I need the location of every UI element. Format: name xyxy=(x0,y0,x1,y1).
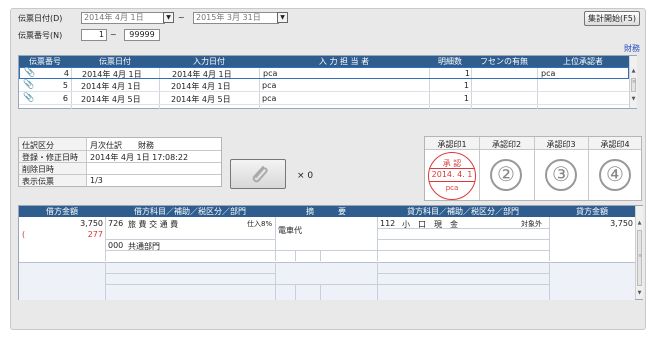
col-fusen[interactable]: フセンの有無 xyxy=(471,56,537,67)
debit-tax-class: 仕入8% xyxy=(247,220,273,228)
date-to-field[interactable]: 2015年 3月 31日 xyxy=(193,12,279,24)
finance-link[interactable]: 財務 xyxy=(624,43,640,54)
list-row[interactable]: 📎 4 2014年 4月 1日 2014年 4月 1日 pca 1 pca xyxy=(19,67,629,79)
list-row[interactable]: 📎 6 2014年 4月 5日 2014年 4月 5日 pca 1 xyxy=(19,93,629,105)
slip-list: 伝票番号 伝票日付 入力日付 入 力 担 当 者 明細数 フセンの有無 上位承認… xyxy=(18,55,637,109)
date-range-label: 伝票日付(D) xyxy=(18,14,63,23)
row-number: 5 xyxy=(62,81,68,90)
col-input-date[interactable]: 入力日付 xyxy=(159,56,259,67)
scroll-thumb[interactable]: ≡ xyxy=(637,230,642,286)
number-range-separator: ~ xyxy=(110,30,117,39)
date-range-separator: ~ xyxy=(178,13,185,22)
col-upper-approver[interactable]: 上位承認者 xyxy=(537,56,629,67)
credit-account-name: 小 口 現 金 xyxy=(402,220,458,229)
attachment-count: × 0 xyxy=(297,171,314,181)
row-count: 1 xyxy=(463,94,469,103)
slip-number-label: 伝票番号(N) xyxy=(18,31,63,40)
col-debit-amount: 借方金額 xyxy=(46,207,78,216)
list-row[interactable]: 📎 5 2014年 4月 1日 2014年 4月 1日 pca 1 xyxy=(19,80,629,92)
approval-slot-3-icon[interactable]: ③ xyxy=(545,159,577,191)
scroll-up-icon[interactable]: ▲ xyxy=(630,68,637,74)
detail-scrollbar[interactable]: ▲ ≡ ▼ xyxy=(635,206,643,299)
debit-tax-amount: 277 xyxy=(87,230,103,239)
approval-slot-4-icon[interactable]: ④ xyxy=(599,159,631,191)
attachment-button[interactable] xyxy=(230,159,286,189)
col-input-person[interactable]: 入 力 担 当 者 xyxy=(259,56,429,67)
info-label-deleted: 削除日時 xyxy=(22,165,54,174)
col-slip-date[interactable]: 伝票日付 xyxy=(71,56,159,67)
info-value-display-slip: 1/3 xyxy=(90,176,103,185)
paperclip-icon xyxy=(252,166,268,183)
debit-account-name: 旅 費 交 通 費 xyxy=(128,220,179,229)
debit-account-code: 726 xyxy=(108,219,124,228)
info-label-display-slip: 表示伝票 xyxy=(22,177,54,186)
col-detail-count[interactable]: 明細数 xyxy=(429,56,471,67)
row-number: 4 xyxy=(63,69,69,78)
approval-header-4: 承認印4 xyxy=(600,140,630,149)
scroll-up-icon[interactable]: ▲ xyxy=(636,220,643,226)
slip-list-header: 伝票番号 伝票日付 入力日付 入 力 担 当 者 明細数 フセンの有無 上位承認… xyxy=(19,56,629,67)
start-aggregation-button[interactable]: 集計開始(F5) xyxy=(584,11,640,26)
row-date: 2014年 4月 1日 xyxy=(81,82,141,91)
row-person: pca xyxy=(263,69,278,78)
row-date: 2014年 4月 1日 xyxy=(82,70,142,79)
debit-dept-name: 共通部門 xyxy=(128,242,160,251)
journal-detail-table: 借方金額 借方科目／補助／税区分／部門 摘 要 貸方科目／補助／税区分／部門 貸… xyxy=(18,205,643,300)
debit-dept-code: 000 xyxy=(108,241,124,250)
credit-tax-class: 対象外 xyxy=(521,220,542,228)
seal-name: pca xyxy=(445,184,459,192)
row-input-date: 2014年 4月 1日 xyxy=(171,82,231,91)
col-credit-account: 貸方科目／補助／税区分／部門 xyxy=(407,207,519,216)
slip-number-to-field[interactable]: 99999 xyxy=(124,29,160,41)
scroll-thumb[interactable]: ≡ xyxy=(631,78,636,92)
col-slip-number[interactable]: 伝票番号 xyxy=(19,56,71,67)
detail-header: 借方金額 借方科目／補助／税区分／部門 摘 要 貸方科目／補助／税区分／部門 貸… xyxy=(19,206,635,217)
slip-info-table: 仕訳区分 月次仕訳 財務 登録・修正日時 2014年 4月 1日 17:08:2… xyxy=(18,137,222,187)
info-value-journal-type: 月次仕訳 財務 xyxy=(90,141,154,150)
col-credit-amount: 貸方金額 xyxy=(576,207,608,216)
approval-header-2: 承認印2 xyxy=(491,140,522,149)
info-value-modified: 2014年 4月 1日 17:08:22 xyxy=(90,153,189,162)
debit-amount: 3,750 xyxy=(80,219,103,228)
approval-stamp-area: 承認印1 承認印2 承認印3 承認印4 承 認 2014. 4. 1 pca ②… xyxy=(424,136,642,201)
scroll-down-icon[interactable]: ▼ xyxy=(636,290,643,296)
date-to-dropdown[interactable]: ▼ xyxy=(277,12,288,23)
seal-title: 承 認 xyxy=(442,159,462,168)
slip-list-scrollbar[interactable]: ▲ ≡ ▼ xyxy=(629,56,637,108)
detail-row[interactable] xyxy=(19,262,635,300)
approval-seal: 承 認 2014. 4. 1 pca xyxy=(428,152,476,200)
row-person: pca xyxy=(262,81,277,90)
row-approver: pca xyxy=(541,69,556,78)
credit-amount: 3,750 xyxy=(610,219,633,228)
approval-slot-2-icon[interactable]: ② xyxy=(490,159,522,191)
approval-header-1: 承認印1 xyxy=(437,140,467,149)
seal-date: 2014. 4. 1 xyxy=(431,170,473,179)
row-count: 1 xyxy=(463,81,469,90)
memo-text: 電車代 xyxy=(278,226,302,235)
info-label-journal-type: 仕訳区分 xyxy=(22,141,54,150)
credit-account-code: 112 xyxy=(380,219,396,228)
col-debit-account: 借方科目／補助／税区分／部門 xyxy=(134,207,246,216)
row-count: 1 xyxy=(464,69,470,78)
detail-row[interactable]: 3,750 ( 277 726 旅 費 交 通 費 仕入8% 000 共通部門 … xyxy=(19,217,635,261)
col-memo: 摘 要 xyxy=(306,207,346,216)
info-label-modified: 登録・修正日時 xyxy=(22,153,78,162)
scroll-down-icon[interactable]: ▼ xyxy=(630,96,637,102)
row-input-date: 2014年 4月 5日 xyxy=(171,95,231,104)
approval-header-3: 承認印3 xyxy=(546,140,576,149)
row-input-date: 2014年 4月 1日 xyxy=(172,70,232,79)
date-from-field[interactable]: 2014年 4月 1日 xyxy=(81,12,165,24)
row-number: 6 xyxy=(62,94,68,103)
row-person: pca xyxy=(262,94,277,103)
date-from-dropdown[interactable]: ▼ xyxy=(163,12,174,23)
slip-number-from-field[interactable]: 1 xyxy=(81,29,107,41)
row-date: 2014年 4月 5日 xyxy=(81,95,141,104)
